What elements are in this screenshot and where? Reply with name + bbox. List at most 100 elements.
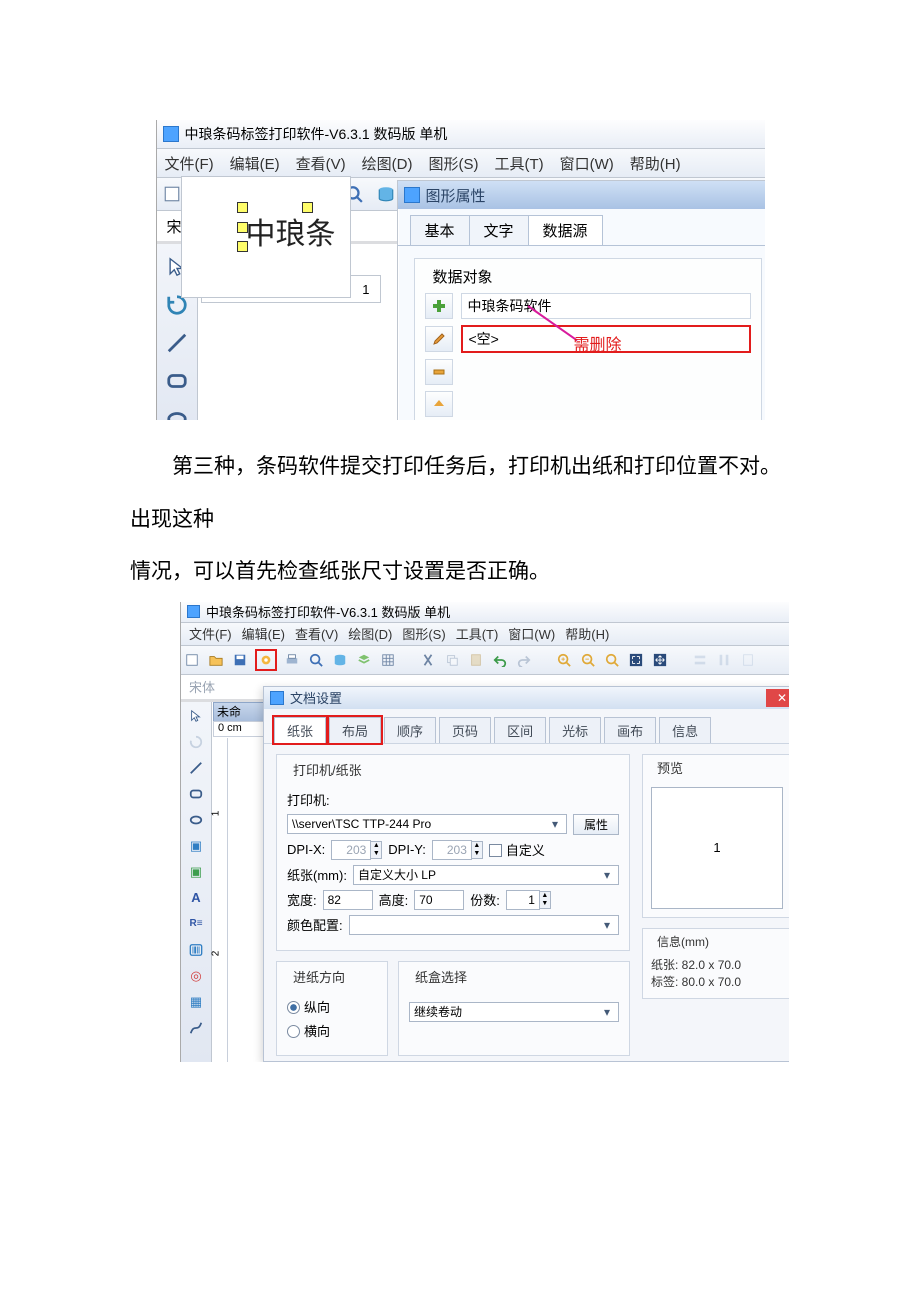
cut-icon[interactable]: [421, 653, 435, 667]
spin-down-icon[interactable]: ▼: [371, 850, 381, 858]
menu-view[interactable]: 查看(V): [296, 153, 346, 174]
menu-draw[interactable]: 绘图(D): [348, 624, 392, 643]
clipboard-icon[interactable]: [741, 653, 755, 667]
paper-size-dropdown[interactable]: 自定义大小 LP ▾: [353, 865, 619, 885]
richtext-tool-icon[interactable]: R≡: [188, 916, 204, 932]
tab-page[interactable]: 页码: [439, 717, 491, 743]
spin-down-icon[interactable]: ▼: [540, 900, 550, 908]
gear-icon[interactable]: [257, 651, 275, 669]
copy-icon[interactable]: [445, 653, 459, 667]
tab-order[interactable]: 顺序: [384, 717, 436, 743]
resize-handle-icon[interactable]: [237, 202, 248, 213]
zoom-fit-icon[interactable]: [605, 653, 619, 667]
pointer-tool-icon[interactable]: [188, 708, 204, 724]
menu-file[interactable]: 文件(F): [165, 153, 214, 174]
move-icon[interactable]: [653, 653, 667, 667]
add-item-button[interactable]: [425, 293, 453, 319]
dialog-title-bar[interactable]: 文档设置 ✕: [264, 687, 789, 709]
redo-icon[interactable]: [517, 653, 531, 667]
open-icon[interactable]: [209, 653, 223, 667]
tab-datasource[interactable]: 数据源: [528, 215, 603, 245]
spin-down-icon[interactable]: ▼: [472, 850, 482, 858]
save-icon[interactable]: [233, 653, 247, 667]
remove-item-button[interactable]: [425, 359, 453, 385]
menu-tools[interactable]: 工具(T): [494, 153, 543, 174]
qrcode-tool-icon[interactable]: ◎: [188, 968, 204, 984]
ellipse-tool-icon[interactable]: [166, 408, 188, 420]
text-tool-icon[interactable]: A: [188, 890, 204, 906]
tab-info[interactable]: 信息: [659, 717, 711, 743]
menu-draw[interactable]: 绘图(D): [362, 153, 413, 174]
zoom-icon[interactable]: [309, 653, 323, 667]
resize-handle-icon[interactable]: [237, 241, 248, 252]
dpix-spinner[interactable]: ▲▼: [331, 840, 382, 860]
edit-item-button[interactable]: [425, 326, 453, 352]
zoom-in-icon[interactable]: [557, 653, 571, 667]
width-input[interactable]: [323, 890, 373, 910]
menu-edit[interactable]: 编辑(E): [230, 153, 280, 174]
font-name-2[interactable]: 宋体: [189, 677, 215, 696]
rotate-tool-icon[interactable]: [188, 734, 204, 750]
spin-up-icon[interactable]: ▲: [472, 842, 482, 850]
new-doc-icon[interactable]: [185, 653, 199, 667]
line-tool-icon[interactable]: [166, 332, 188, 354]
tab-paper[interactable]: 纸张: [274, 717, 326, 743]
menu-help[interactable]: 帮助(H): [630, 153, 681, 174]
menu-tools[interactable]: 工具(T): [456, 624, 499, 643]
menu-file[interactable]: 文件(F): [189, 624, 232, 643]
tab-cursor[interactable]: 光标: [549, 717, 601, 743]
menu-shape[interactable]: 图形(S): [428, 153, 478, 174]
dpix-input[interactable]: [331, 840, 371, 860]
new-doc-icon[interactable]: [163, 185, 181, 203]
copies-spinner[interactable]: ▲▼: [506, 890, 551, 910]
print-icon[interactable]: [285, 653, 299, 667]
roundrect-tool-icon[interactable]: [188, 786, 204, 802]
fullscreen-icon[interactable]: [629, 653, 643, 667]
resize-handle-icon[interactable]: [237, 222, 248, 233]
roundrect-tool-icon[interactable]: [166, 370, 188, 392]
printer-dropdown[interactable]: \\server\TSC TTP-244 Pro ▾: [287, 814, 567, 834]
menu-shape[interactable]: 图形(S): [402, 624, 445, 643]
paste-icon[interactable]: [469, 653, 483, 667]
tab-text[interactable]: 文字: [469, 215, 529, 245]
document-tab-2[interactable]: 未命: [213, 702, 269, 721]
grid-icon[interactable]: [381, 653, 395, 667]
barcode-tool-icon[interactable]: [188, 942, 204, 958]
printer-properties-button[interactable]: 属性: [573, 814, 619, 835]
tab-layout[interactable]: 布局: [329, 717, 381, 743]
data-item-1[interactable]: 中琅条码软件: [461, 293, 751, 319]
image-tool-icon[interactable]: ▣: [188, 864, 204, 880]
database-icon[interactable]: [333, 653, 347, 667]
close-button[interactable]: ✕: [766, 689, 789, 707]
copies-input[interactable]: [506, 890, 540, 910]
height-input[interactable]: [414, 890, 464, 910]
selected-text-object[interactable]: 中琅条: [242, 207, 372, 247]
tab-basic[interactable]: 基本: [410, 215, 470, 245]
undo-icon[interactable]: [493, 653, 507, 667]
tab-range[interactable]: 区间: [494, 717, 546, 743]
layers-icon[interactable]: [357, 653, 371, 667]
custom-dpi-checkbox[interactable]: 自定义: [489, 840, 545, 859]
ellipse-tool-icon[interactable]: [188, 812, 204, 828]
tray-dropdown[interactable]: 继续卷动 ▾: [409, 1002, 619, 1022]
portrait-radio[interactable]: 纵向: [287, 997, 330, 1016]
tab-canvas[interactable]: 画布: [604, 717, 656, 743]
resize-handle-icon[interactable]: [302, 202, 313, 213]
menu-window[interactable]: 窗口(W): [508, 624, 555, 643]
spin-up-icon[interactable]: ▲: [371, 842, 381, 850]
zoom-out-icon[interactable]: [581, 653, 595, 667]
image-box-tool-icon[interactable]: ▣: [188, 838, 204, 854]
align-icon-2[interactable]: [717, 653, 731, 667]
landscape-radio[interactable]: 横向: [287, 1021, 330, 1040]
design-canvas[interactable]: 中琅条: [181, 176, 351, 298]
menu-window[interactable]: 窗口(W): [560, 153, 614, 174]
database-icon[interactable]: [377, 185, 395, 203]
move-up-button[interactable]: [425, 391, 453, 417]
menu-edit[interactable]: 编辑(E): [242, 624, 285, 643]
curve-tool-icon[interactable]: [188, 1020, 204, 1036]
dpiy-spinner[interactable]: ▲▼: [432, 840, 483, 860]
align-icon[interactable]: [693, 653, 707, 667]
line-tool-icon[interactable]: [188, 760, 204, 776]
dpiy-input[interactable]: [432, 840, 472, 860]
spin-up-icon[interactable]: ▲: [540, 892, 550, 900]
